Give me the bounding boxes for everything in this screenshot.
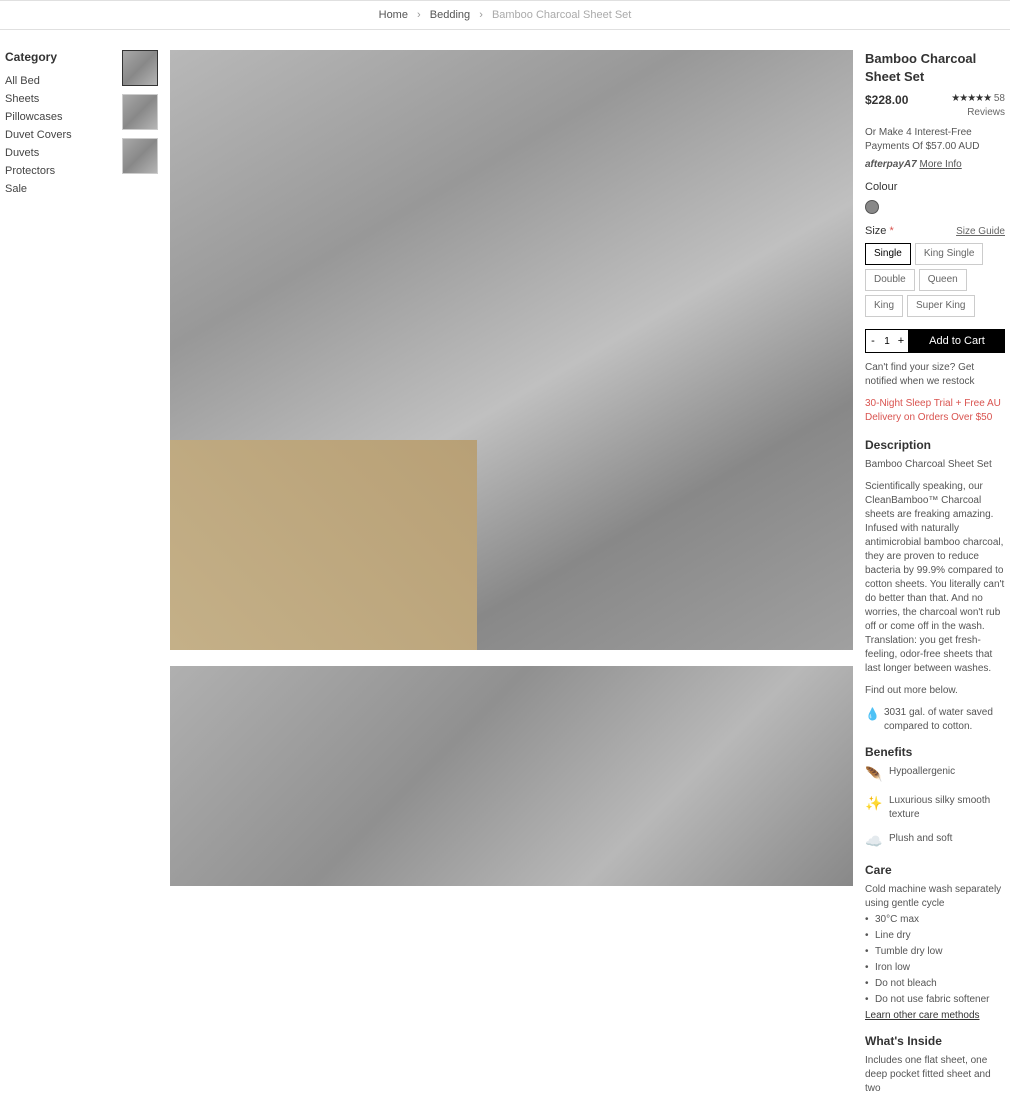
- quantity-input[interactable]: [880, 330, 894, 352]
- category-sidebar: Category All Bed Sheets Pillowcases Duve…: [5, 50, 110, 1096]
- chevron-right-icon: ›: [417, 9, 421, 21]
- benefit-item: ✨ Luxurious silky smooth texture: [865, 794, 1005, 822]
- product-gallery: [170, 50, 853, 1096]
- description-more: Find out more below.: [865, 684, 1005, 698]
- benefit-text: Luxurious silky smooth texture: [889, 794, 1005, 822]
- care-heading: Care: [865, 862, 1005, 879]
- product-title: Bamboo Charcoal Sheet Set: [865, 50, 1005, 86]
- benefit-text: Plush and soft: [889, 832, 952, 846]
- size-single[interactable]: Single: [865, 243, 911, 265]
- water-saved-text: 3031 gal. of water saved compared to cot…: [884, 706, 1005, 734]
- installment-text: Or Make 4 Interest-Free Payments Of $57.…: [865, 126, 1005, 154]
- care-item: Iron low: [865, 961, 1005, 975]
- water-drop-icon: 💧: [865, 706, 880, 723]
- breadcrumb: Home › Bedding › Bamboo Charcoal Sheet S…: [0, 0, 1010, 30]
- quantity-increase[interactable]: +: [894, 330, 908, 352]
- breadcrumb-bedding[interactable]: Bedding: [430, 9, 470, 21]
- sidebar-item[interactable]: Sheets: [5, 90, 110, 108]
- description-body: Scientifically speaking, our CleanBamboo…: [865, 480, 1005, 676]
- promo-text: 30-Night Sleep Trial + Free AU Delivery …: [865, 397, 1005, 425]
- description-heading: Description: [865, 437, 1005, 454]
- quantity-stepper: - +: [865, 329, 909, 353]
- size-king-single[interactable]: King Single: [915, 243, 984, 265]
- colour-label: Colour: [865, 180, 897, 195]
- care-item: Do not bleach: [865, 977, 1005, 991]
- size-label: Size: [865, 225, 886, 237]
- care-item: Line dry: [865, 929, 1005, 943]
- benefit-item: ☁️ Plush and soft: [865, 832, 1005, 852]
- product-info: Bamboo Charcoal Sheet Set $228.00 ★★★★★ …: [865, 50, 1005, 1096]
- size-options: Single King Single Double Queen King Sup…: [865, 243, 1005, 317]
- product-price: $228.00: [865, 92, 908, 109]
- size-king[interactable]: King: [865, 295, 903, 317]
- care-item: 30°C max: [865, 913, 1005, 927]
- product-image-2[interactable]: [170, 666, 853, 886]
- quantity-decrease[interactable]: -: [866, 330, 880, 352]
- inside-heading: What's Inside: [865, 1033, 1005, 1050]
- size-super-king[interactable]: Super King: [907, 295, 974, 317]
- benefits-heading: Benefits: [865, 744, 1005, 761]
- sidebar-item[interactable]: Protectors: [5, 162, 110, 180]
- sidebar-item[interactable]: Duvets: [5, 144, 110, 162]
- care-item: Do not use fabric softener: [865, 993, 1005, 1007]
- size-double[interactable]: Double: [865, 269, 915, 291]
- colour-swatch-charcoal[interactable]: [865, 200, 879, 214]
- care-methods-link[interactable]: Learn other care methods: [865, 1009, 1005, 1023]
- thumbnail-3[interactable]: [122, 138, 158, 174]
- benefit-text: Hypoallergenic: [889, 765, 955, 779]
- add-to-cart-button[interactable]: Add to Cart: [909, 329, 1005, 353]
- breadcrumb-current: Bamboo Charcoal Sheet Set: [492, 9, 631, 21]
- thumbnail-1[interactable]: [122, 50, 158, 86]
- sidebar-item[interactable]: Duvet Covers: [5, 126, 110, 144]
- sidebar-item[interactable]: Pillowcases: [5, 108, 110, 126]
- thumbnail-list: [122, 50, 158, 1096]
- sidebar-item[interactable]: All Bed: [5, 72, 110, 90]
- care-item: Tumble dry low: [865, 945, 1005, 959]
- reviews-summary[interactable]: ★★★★★ 58 Reviews: [951, 92, 1005, 120]
- feather-icon: 🪶: [865, 765, 883, 785]
- star-rating-icon: ★★★★★: [951, 93, 991, 104]
- sidebar-heading: Category: [5, 50, 110, 64]
- description-title: Bamboo Charcoal Sheet Set: [865, 458, 1005, 472]
- size-guide-link[interactable]: Size Guide: [956, 225, 1005, 239]
- size-queen[interactable]: Queen: [919, 269, 967, 291]
- benefit-item: 🪶 Hypoallergenic: [865, 765, 1005, 785]
- thumbnail-2[interactable]: [122, 94, 158, 130]
- product-image-1[interactable]: [170, 50, 853, 650]
- afterpay-logo: afterpayA7: [865, 159, 917, 170]
- sidebar-item[interactable]: Sale: [5, 180, 110, 198]
- care-intro: Cold machine wash separately using gentl…: [865, 883, 1005, 911]
- sparkle-icon: ✨: [865, 794, 883, 814]
- reviews-count: 58: [994, 93, 1005, 104]
- reviews-label: Reviews: [967, 107, 1005, 118]
- cloud-icon: ☁️: [865, 832, 883, 852]
- inside-text: Includes one flat sheet, one deep pocket…: [865, 1054, 1005, 1096]
- breadcrumb-home[interactable]: Home: [379, 9, 408, 21]
- notify-text[interactable]: Can't find your size? Get notified when …: [865, 361, 1005, 389]
- chevron-right-icon: ›: [479, 9, 483, 21]
- more-info-link[interactable]: More Info: [919, 159, 961, 170]
